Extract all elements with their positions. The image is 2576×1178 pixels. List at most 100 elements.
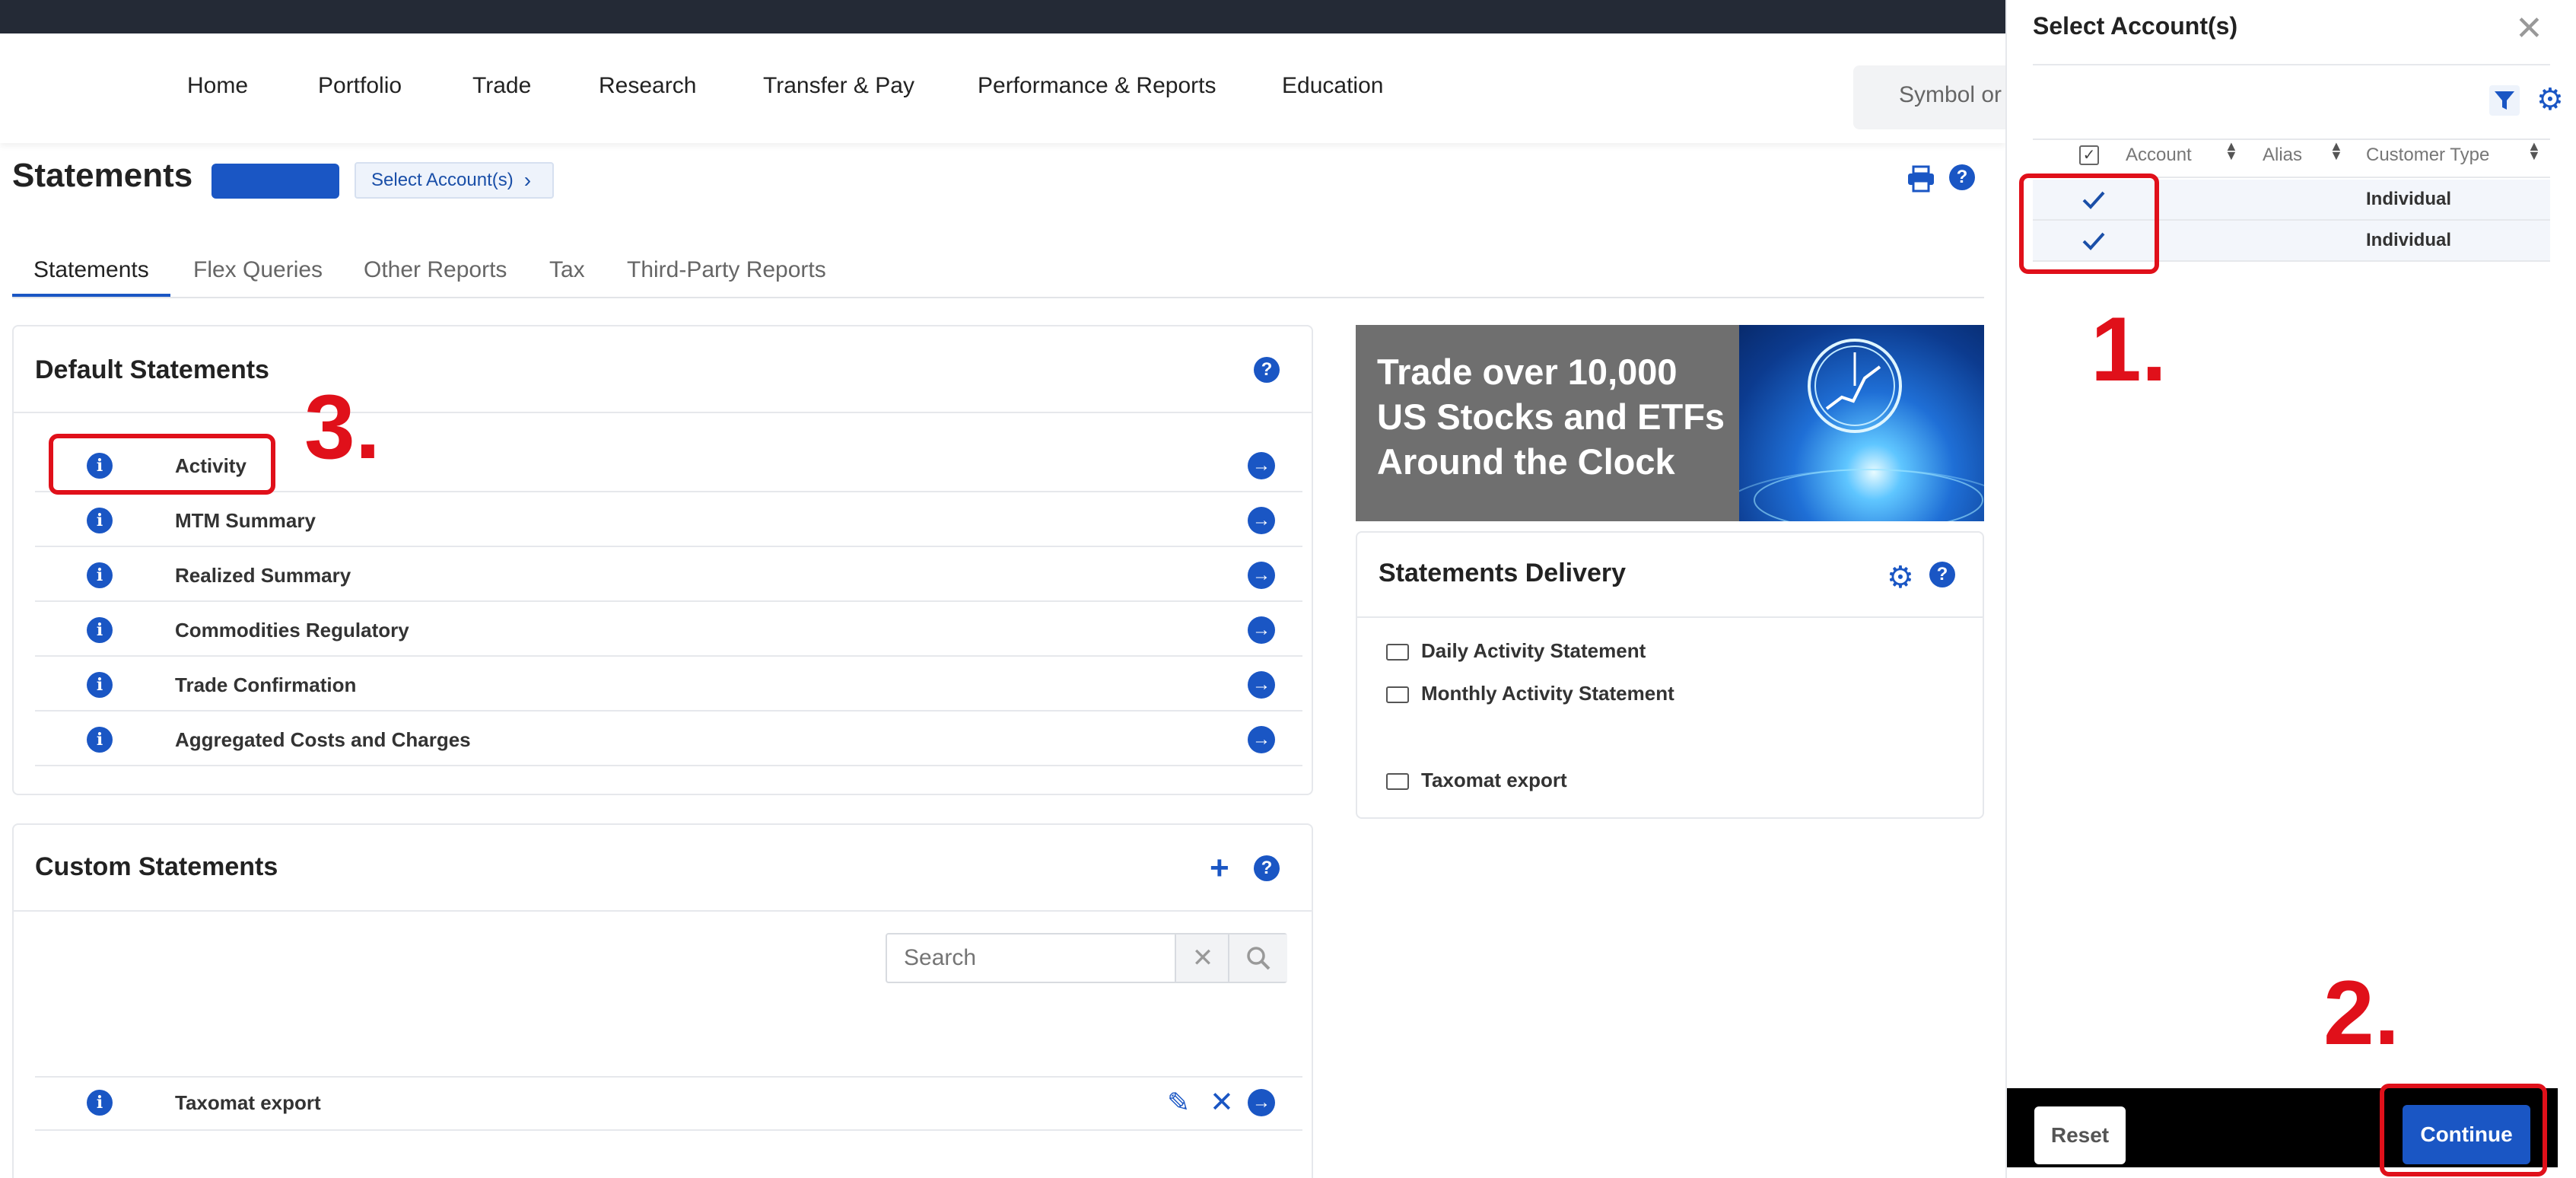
- help-icon[interactable]: ?: [1949, 164, 1975, 190]
- search-icon[interactable]: [1228, 934, 1287, 982]
- panel-title: Select Account(s): [2033, 12, 2238, 40]
- statement-row-realized-summary[interactable]: i Realized Summary →: [35, 547, 1302, 602]
- delivery-item-label: Monthly Activity Statement: [1421, 682, 1674, 705]
- symbol-search-placeholder[interactable]: Symbol or: [1899, 82, 2005, 108]
- tab-flex-queries[interactable]: Flex Queries: [193, 257, 323, 283]
- envelope-icon: [1386, 686, 1409, 704]
- banner-image: [1739, 325, 1984, 521]
- gear-icon[interactable]: ⚙: [1887, 560, 1914, 595]
- column-account[interactable]: Account: [2126, 145, 2192, 166]
- statement-row-commodities-regulatory[interactable]: i Commodities Regulatory →: [35, 602, 1302, 657]
- statement-row-trade-confirmation[interactable]: i Trade Confirmation →: [35, 657, 1302, 712]
- page-title: Statements: [12, 157, 193, 194]
- delivery-item-monthly[interactable]: Monthly Activity Statement: [1386, 682, 1674, 705]
- statement-row-aggregated-costs[interactable]: i Aggregated Costs and Charges →: [35, 712, 1302, 766]
- customer-type-cell: Individual: [2366, 189, 2452, 209]
- nav-trade[interactable]: Trade: [472, 73, 531, 99]
- gear-icon[interactable]: ⚙: [2536, 82, 2564, 117]
- help-icon[interactable]: ?: [1254, 855, 1280, 881]
- statements-delivery-title: Statements Delivery: [1379, 559, 1627, 587]
- account-id-badge[interactable]: [211, 164, 339, 199]
- customer-type-cell: Individual: [2366, 230, 2452, 250]
- tab-other-reports[interactable]: Other Reports: [364, 257, 507, 283]
- info-icon[interactable]: i: [87, 727, 113, 753]
- select-accounts-label: Select Account(s): [371, 170, 514, 190]
- select-all-checkbox[interactable]: ✓: [2079, 145, 2099, 165]
- close-icon[interactable]: ✕: [2515, 9, 2543, 48]
- divider: [2033, 64, 2550, 65]
- search-input[interactable]: [887, 934, 1175, 982]
- custom-statement-row[interactable]: i Taxomat export ✎ ✕ →: [35, 1076, 1302, 1131]
- delivery-item-label: Daily Activity Statement: [1421, 639, 1646, 662]
- sort-icon[interactable]: ▲ ▼: [2527, 139, 2541, 162]
- statement-row-mtm-summary[interactable]: i MTM Summary →: [35, 492, 1302, 547]
- delivery-item-label: Taxomat export: [1421, 769, 1567, 791]
- sort-icon[interactable]: ▲ ▼: [2330, 139, 2343, 162]
- help-icon[interactable]: ?: [1929, 562, 1955, 587]
- arrow-right-icon[interactable]: →: [1248, 616, 1275, 644]
- column-customer-type[interactable]: Customer Type: [2366, 145, 2489, 166]
- annotation-box-accounts: [2019, 174, 2159, 274]
- annotation-box-continue: [2380, 1084, 2547, 1176]
- promo-banner[interactable]: Trade over 10,000 US Stocks and ETFs Aro…: [1356, 325, 1984, 521]
- info-icon[interactable]: i: [87, 617, 113, 643]
- divider: [14, 412, 1312, 413]
- annotation-step-one: 1.: [2091, 298, 2167, 400]
- divider: [2033, 138, 2550, 140]
- custom-statements-title: Custom Statements: [35, 852, 278, 881]
- top-bar: [0, 0, 2005, 33]
- info-icon[interactable]: i: [87, 672, 113, 698]
- envelope-icon: [1386, 773, 1409, 791]
- reset-button[interactable]: Reset: [2034, 1106, 2126, 1164]
- statement-label: Commodities Regulatory: [175, 619, 409, 642]
- annotation-step-two: 2.: [2323, 962, 2400, 1064]
- default-statements-card: Default Statements ? i Activity → i MTM …: [12, 325, 1313, 795]
- nav-home[interactable]: Home: [187, 73, 248, 99]
- envelope-icon: [1386, 644, 1409, 661]
- active-tab-indicator: [12, 294, 170, 297]
- edit-icon[interactable]: ✎: [1167, 1087, 1190, 1119]
- statement-label: Aggregated Costs and Charges: [175, 728, 471, 751]
- sort-icon[interactable]: ▲ ▼: [2225, 139, 2238, 162]
- info-icon[interactable]: i: [87, 562, 113, 588]
- arrow-right-icon[interactable]: →: [1248, 726, 1275, 753]
- arrow-right-icon[interactable]: →: [1248, 671, 1275, 699]
- delivery-item-taxomat[interactable]: Taxomat export: [1386, 769, 1567, 792]
- nav-portfolio[interactable]: Portfolio: [318, 73, 402, 99]
- delivery-item-daily[interactable]: Daily Activity Statement: [1386, 639, 1646, 663]
- statement-label: Realized Summary: [175, 564, 351, 587]
- divider: [1357, 616, 1983, 618]
- default-statements-title: Default Statements: [35, 355, 269, 384]
- custom-statements-search: ✕: [886, 933, 1287, 983]
- annotation-step-three: 3.: [304, 376, 381, 478]
- statement-label: MTM Summary: [175, 509, 316, 532]
- tab-statements[interactable]: Statements: [33, 257, 149, 283]
- nav-transfer-pay[interactable]: Transfer & Pay: [763, 73, 914, 99]
- arrow-right-icon[interactable]: →: [1248, 452, 1275, 479]
- column-alias[interactable]: Alias: [2263, 145, 2302, 166]
- help-icon[interactable]: ?: [1254, 357, 1280, 383]
- add-icon[interactable]: +: [1210, 849, 1229, 887]
- banner-headline: Trade over 10,000 US Stocks and ETFs Aro…: [1377, 352, 1725, 482]
- statement-label: Trade Confirmation: [175, 673, 357, 696]
- info-icon[interactable]: i: [87, 1090, 113, 1116]
- tab-third-party-reports[interactable]: Third-Party Reports: [627, 257, 826, 283]
- delete-icon[interactable]: ✕: [1210, 1085, 1234, 1119]
- tab-tax[interactable]: Tax: [549, 257, 585, 283]
- info-icon[interactable]: i: [87, 508, 113, 533]
- select-accounts-button[interactable]: Select Account(s) ›: [355, 162, 554, 199]
- nav-education[interactable]: Education: [1282, 73, 1383, 99]
- arrow-right-icon[interactable]: →: [1248, 507, 1275, 534]
- arrow-right-icon[interactable]: →: [1248, 562, 1275, 589]
- nav-research[interactable]: Research: [599, 73, 696, 99]
- print-icon[interactable]: [1907, 164, 1935, 193]
- arrow-right-icon[interactable]: →: [1248, 1089, 1275, 1116]
- report-tabs: Statements Flex Queries Other Reports Ta…: [12, 250, 1984, 298]
- statements-delivery-card: Statements Delivery ⚙ ? Daily Activity S…: [1356, 531, 1984, 819]
- clear-icon[interactable]: ✕: [1175, 934, 1229, 982]
- custom-statements-card: Custom Statements + ? i Taxomat export ✎…: [12, 823, 1313, 1178]
- chevron-right-icon: ›: [523, 168, 532, 192]
- filter-icon[interactable]: [2489, 85, 2520, 116]
- nav-performance-reports[interactable]: Performance & Reports: [978, 73, 1216, 99]
- divider: [14, 910, 1312, 912]
